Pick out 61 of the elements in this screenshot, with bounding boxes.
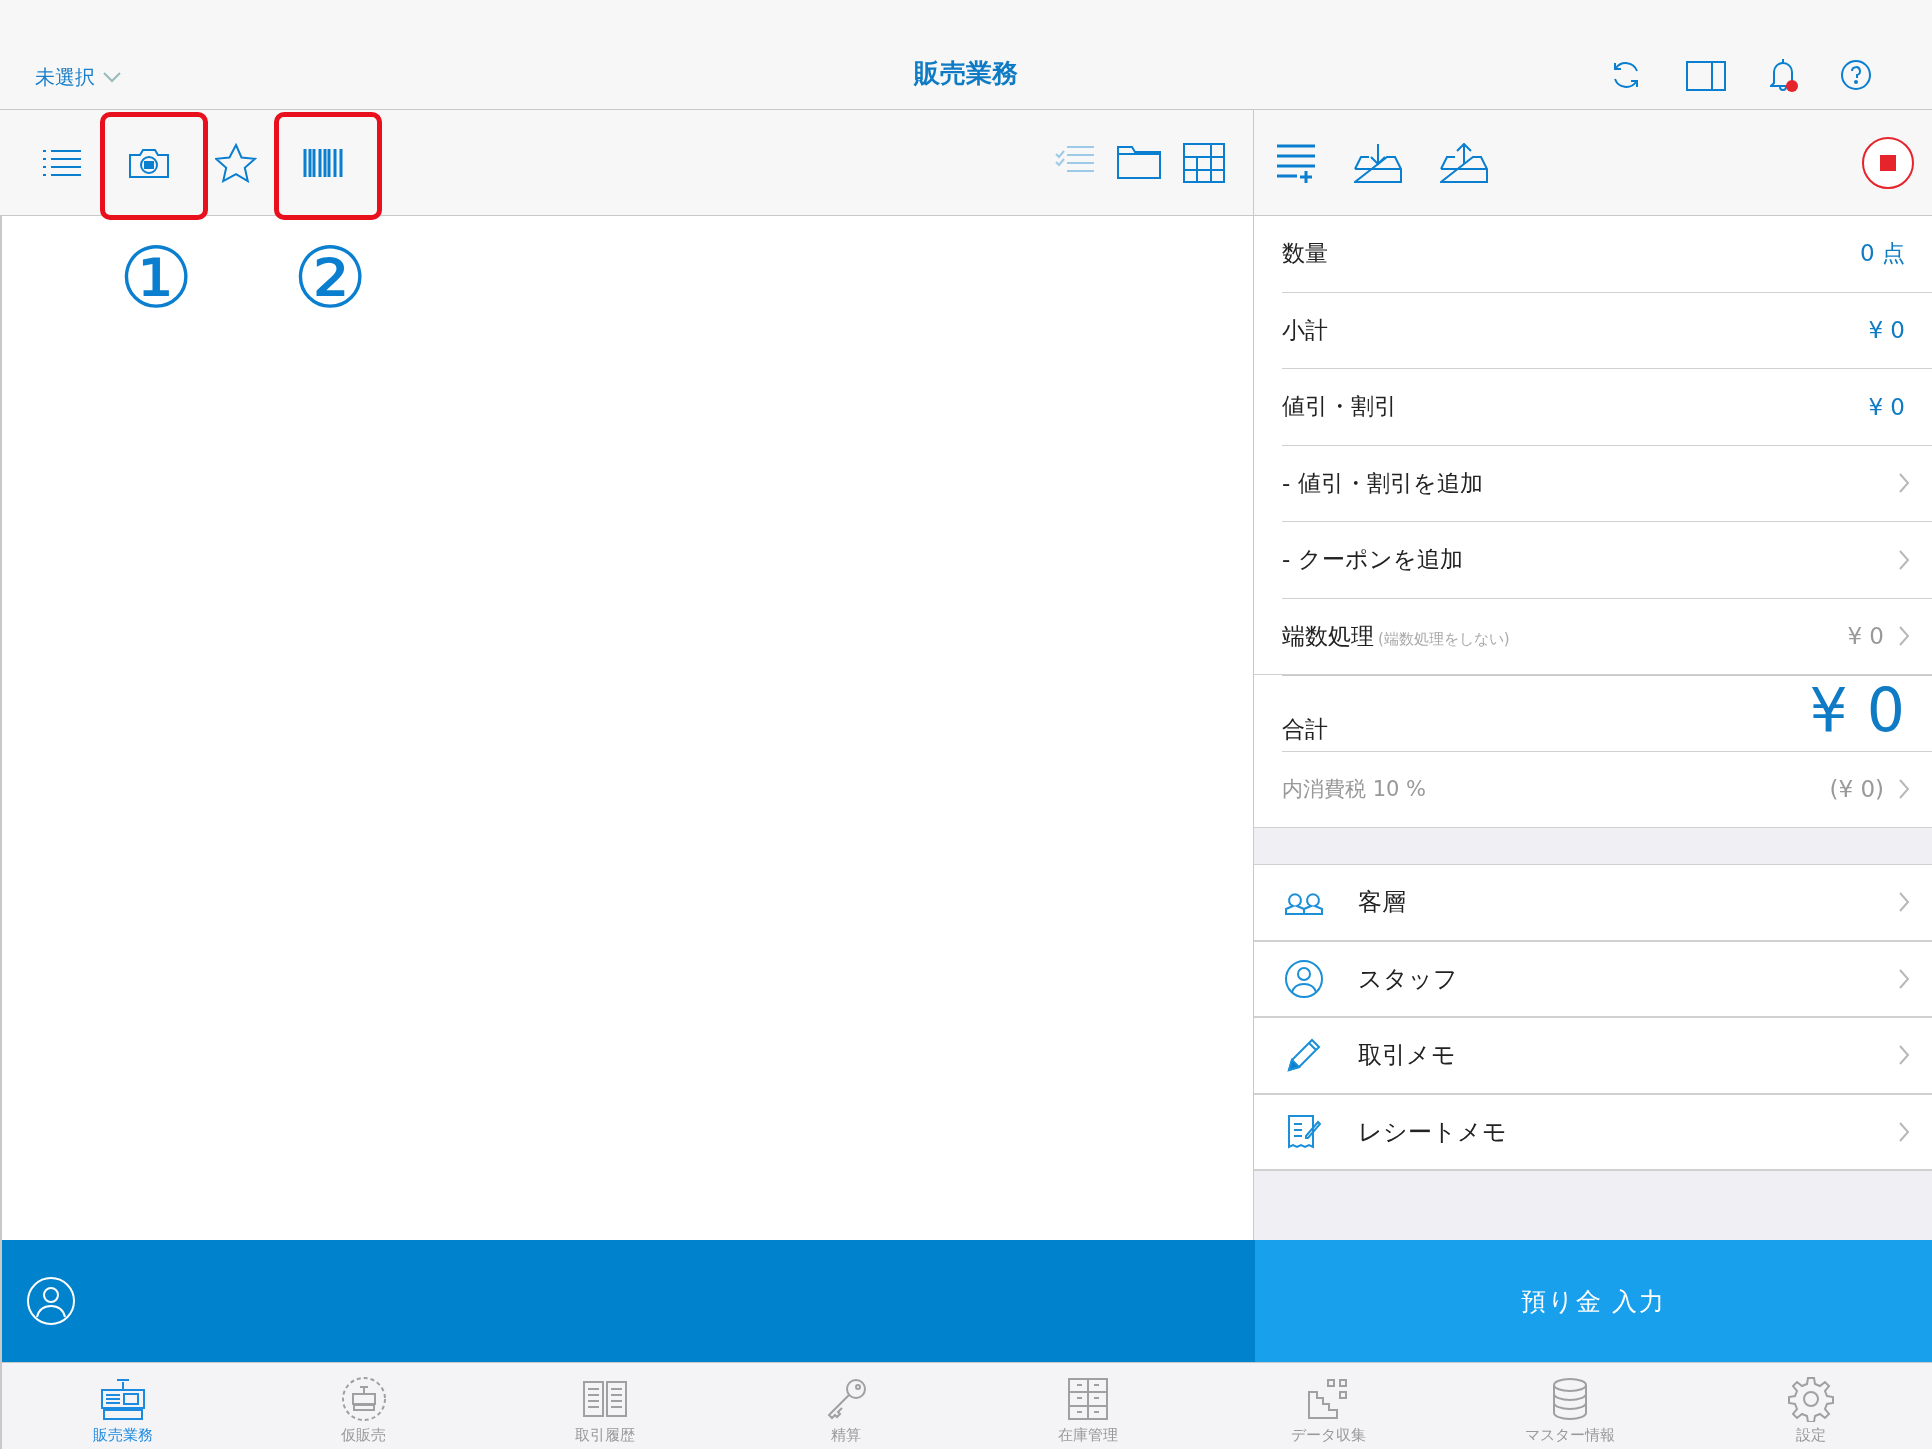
chevron-icon bbox=[1898, 891, 1910, 914]
row-label: - クーポンを追加 bbox=[1282, 545, 1463, 575]
customer-button[interactable] bbox=[26, 1276, 76, 1326]
list-add-icon bbox=[1276, 142, 1316, 183]
chevron-icon bbox=[1898, 625, 1910, 648]
chevron-down-icon bbox=[103, 72, 121, 83]
row-value: (¥ 0) bbox=[1829, 776, 1884, 803]
chevron-icon bbox=[1898, 548, 1910, 571]
row-value: ¥ 0 bbox=[1847, 623, 1884, 650]
callout-number: ① bbox=[118, 235, 194, 320]
row-label: 値引・割引 bbox=[1282, 392, 1397, 422]
chevron-icon bbox=[1898, 472, 1910, 495]
screen-title: 販売業務 bbox=[914, 58, 1018, 88]
row-label: 内消費税 10 % bbox=[1282, 776, 1427, 804]
help-button[interactable] bbox=[1840, 59, 1872, 91]
help-icon bbox=[1840, 59, 1872, 91]
barcode-icon bbox=[302, 147, 343, 178]
tab-bar-item[interactable]: 取引履歴 bbox=[484, 1363, 726, 1449]
sidebar-button[interactable] bbox=[1686, 61, 1726, 91]
row-label: 端数処理 bbox=[1282, 621, 1374, 651]
total-amount: ¥ 0 bbox=[1809, 680, 1905, 741]
deposit-input-button[interactable]: 預り金 入力 bbox=[1255, 1240, 1932, 1362]
chevron-icon bbox=[1898, 1120, 1910, 1143]
receipt-pencil-icon bbox=[1287, 1113, 1321, 1150]
bell-icon bbox=[1770, 57, 1796, 91]
person-circle-icon bbox=[1284, 958, 1324, 999]
summary-row[interactable]: 内消費税 10 % (¥ 0) bbox=[1254, 751, 1932, 828]
chevron-icon bbox=[1898, 1044, 1910, 1067]
cash-register-icon bbox=[99, 1376, 146, 1422]
callout-number: ② bbox=[292, 235, 368, 320]
summary-row[interactable]: - 値引・割引を追加 bbox=[1282, 445, 1932, 522]
sidebar-icon bbox=[1686, 61, 1726, 91]
cash-register-icon bbox=[340, 1376, 387, 1422]
camera-icon bbox=[128, 147, 169, 178]
tab-bar-item[interactable]: 精算 bbox=[725, 1363, 967, 1449]
pencil-icon bbox=[1286, 1037, 1322, 1074]
row-note: (端数処理をしない) bbox=[1378, 629, 1510, 649]
tab-bar-item[interactable]: 販売業務 bbox=[2, 1363, 244, 1449]
tab-bar-item[interactable]: データ収集 bbox=[1208, 1363, 1450, 1449]
person-circle-icon bbox=[26, 1276, 76, 1326]
tab-bar-item[interactable]: 設定 bbox=[1690, 1363, 1932, 1449]
tab-bar-item[interactable]: 在庫管理 bbox=[967, 1363, 1209, 1449]
row-label: 数量 bbox=[1282, 239, 1328, 269]
row-value: 0 点 bbox=[1860, 239, 1905, 269]
tray-download-icon bbox=[1354, 142, 1402, 183]
tab-bar-item[interactable]: 仮販売 bbox=[243, 1363, 485, 1449]
row-value: ¥ 0 bbox=[1868, 393, 1905, 420]
tab-bar-item[interactable]: マスター情報 bbox=[1449, 1363, 1691, 1449]
chevron-icon bbox=[1898, 967, 1910, 990]
tray-upload-icon bbox=[1440, 142, 1488, 183]
store-selector[interactable]: 未選択 bbox=[35, 64, 121, 91]
summary-row[interactable]: 端数処理 (端数処理をしない) ¥ 0 bbox=[1254, 598, 1932, 675]
summary-row[interactable]: - クーポンを追加 bbox=[1282, 522, 1932, 599]
row-label: 合計 bbox=[1282, 714, 1328, 744]
row-value: ¥ 0 bbox=[1868, 317, 1905, 344]
settings-icon bbox=[1788, 1376, 1835, 1422]
bell-button[interactable] bbox=[1770, 57, 1796, 91]
row-label: 小計 bbox=[1282, 315, 1328, 345]
row-label: - 値引・割引を追加 bbox=[1282, 468, 1483, 498]
chevron-icon bbox=[1898, 778, 1910, 801]
stop-button[interactable] bbox=[1862, 136, 1914, 189]
